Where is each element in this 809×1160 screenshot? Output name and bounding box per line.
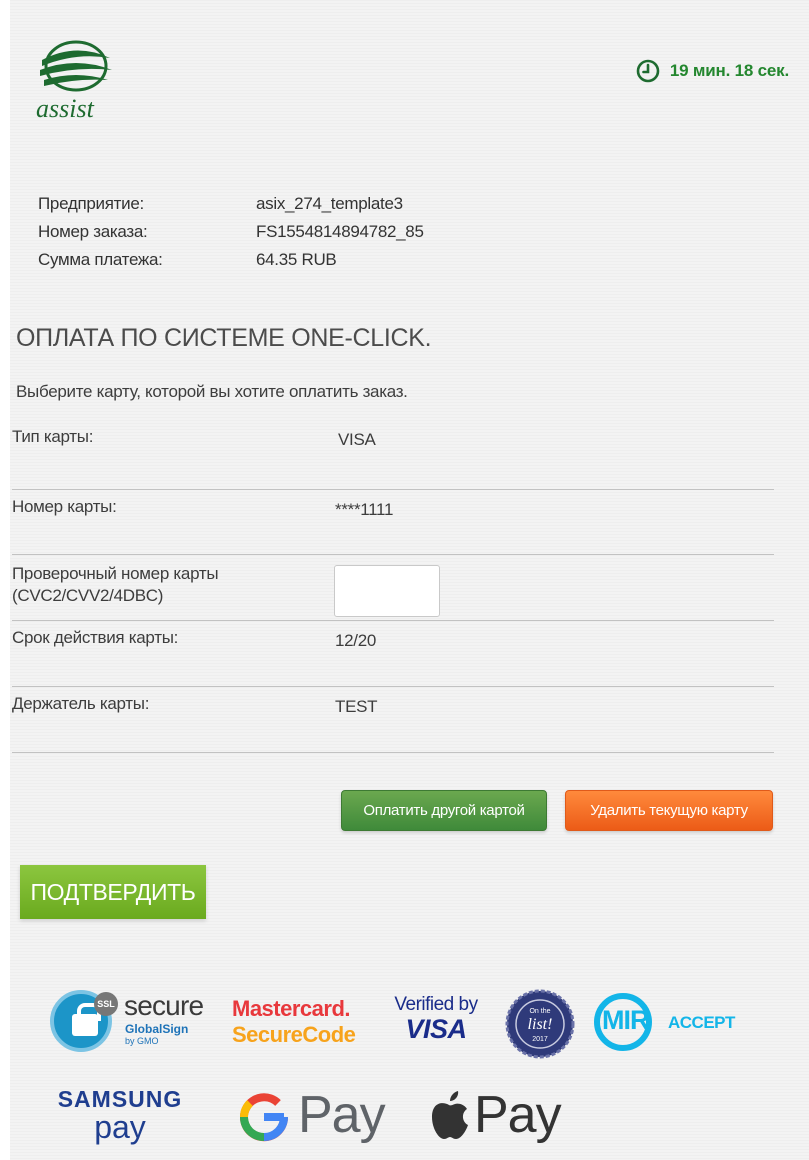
gmo-label: by GMO xyxy=(125,1036,159,1046)
mir-label: MIR xyxy=(602,1005,649,1035)
expiry-row: Срок действия карты: 12/20 xyxy=(12,621,774,687)
cvc-label: Проверочный номер карты (CVC2/CVV2/4DBC) xyxy=(12,563,219,607)
apple-icon xyxy=(432,1091,468,1139)
delete-card-button[interactable]: Удалить текущую карту xyxy=(565,790,773,831)
clock-icon xyxy=(636,59,660,83)
cvc-row: Проверочный номер карты (CVC2/CVV2/4DBC) xyxy=(12,555,774,621)
cvc-label-line2: (CVC2/CVV2/4DBC) xyxy=(12,586,164,605)
cvc-label-line1: Проверочный номер карты xyxy=(12,564,219,583)
amount-value: 64.35 RUB xyxy=(256,250,337,269)
confirm-button[interactable]: ПОДТВЕРДИТЬ xyxy=(20,865,206,919)
seal-icon: On the list! 2017 xyxy=(505,989,575,1059)
expiry-label: Срок действия карты: xyxy=(12,628,179,647)
info-row-merchant: Предприятие: asix_274_template3 xyxy=(38,190,424,218)
mir-accept-badge: MIR ACCEPT xyxy=(594,993,735,1051)
globalsign-badge: SSL secure GlobalSign by GMO xyxy=(50,990,220,1054)
gpay-label: Pay xyxy=(298,1086,386,1144)
holder-label: Держатель карты: xyxy=(12,694,150,713)
expiry-value: 12/20 xyxy=(335,631,377,650)
holder-row: Держатель карты: TEST xyxy=(12,687,774,753)
svg-text:On the: On the xyxy=(529,1008,550,1015)
apple-pay-badge: Pay xyxy=(428,1083,568,1149)
globalsign-label: GlobalSign xyxy=(125,1022,189,1036)
holder-value: TEST xyxy=(335,697,378,716)
info-row-order-number: Номер заказа: FS1554814894782_85 xyxy=(38,218,424,246)
pay-label: pay xyxy=(94,1109,146,1145)
svg-text:list!: list! xyxy=(528,1016,553,1033)
card-number-value: ****1111 xyxy=(335,500,394,519)
merchant-value: asix_274_template3 xyxy=(256,194,403,213)
verified-by-visa-badge: Verified by VISA xyxy=(386,994,486,1054)
assist-logo: assist xyxy=(36,36,116,126)
card-number-label: Номер карты: xyxy=(12,497,117,516)
pay-other-card-button[interactable]: Оплатить другой картой xyxy=(341,790,547,831)
order-number-label: Номер заказа: xyxy=(38,222,148,241)
assist-leaf-icon xyxy=(40,40,112,92)
page-title: ОПЛАТА ПО СИСТЕМЕ ONE-CLICK. xyxy=(16,324,432,352)
card-type-value: VISA xyxy=(338,430,376,449)
google-g-icon xyxy=(240,1093,289,1142)
card-number-row: Номер карты: ****1111 xyxy=(12,490,774,555)
card-type-row: Тип карты: VISA xyxy=(12,420,774,490)
applepay-label: Pay xyxy=(474,1086,562,1144)
page-subtitle: Выберите карту, которой вы хотите оплати… xyxy=(16,382,408,401)
payment-page: assist 19 мин. 18 сек. Предприятие: asix… xyxy=(0,0,809,1160)
secure-label: secure xyxy=(124,990,204,1021)
securecode-label: SecureCode xyxy=(232,1022,356,1047)
session-timer: 19 мин. 18 сек. xyxy=(636,58,789,84)
card-type-label: Тип карты: xyxy=(12,427,94,446)
cvc-input[interactable] xyxy=(334,565,440,617)
verified-by-label: Verified by xyxy=(394,994,478,1015)
google-pay-badge: Pay xyxy=(236,1083,386,1149)
accept-label: ACCEPT xyxy=(668,1013,735,1032)
mastercard-securecode-badge: Mastercard. SecureCode xyxy=(232,996,372,1052)
samsung-pay-badge: SAMSUNG pay xyxy=(50,1086,190,1152)
timer-text: 19 мин. 18 сек. xyxy=(669,61,789,80)
on-the-list-badge: On the list! 2017 xyxy=(505,989,575,1059)
info-row-amount: Сумма платежа: 64.35 RUB xyxy=(38,246,424,274)
left-strip xyxy=(0,0,10,1160)
ssl-label: SSL xyxy=(94,992,118,1016)
order-info: Предприятие: asix_274_template3 Номер за… xyxy=(38,190,424,274)
logo-text: assist xyxy=(36,94,94,123)
svg-text:2017: 2017 xyxy=(532,1036,548,1043)
amount-label: Сумма платежа: xyxy=(38,250,163,269)
merchant-label: Предприятие: xyxy=(38,194,144,213)
visa-label: VISA xyxy=(405,1014,467,1044)
mastercard-label: Mastercard. xyxy=(232,996,351,1021)
order-number-value: FS1554814894782_85 xyxy=(256,222,424,241)
